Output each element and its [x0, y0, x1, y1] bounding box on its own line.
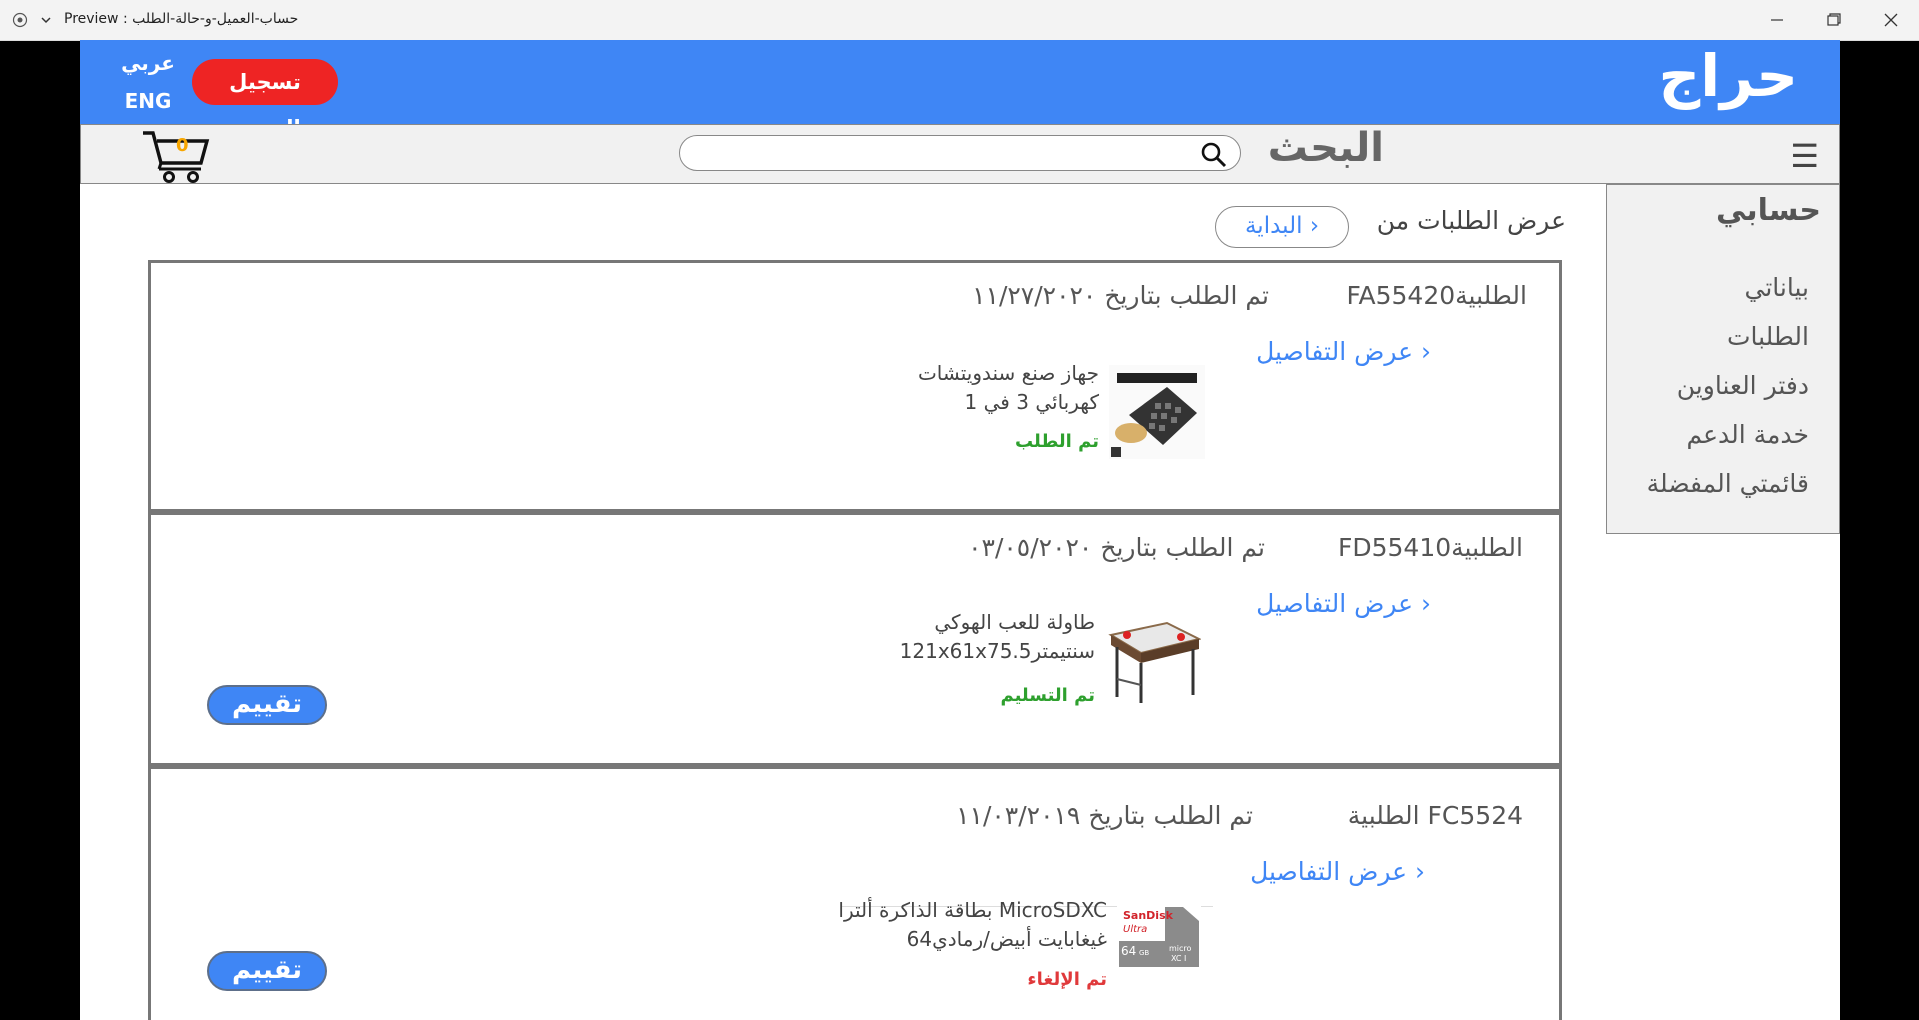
product-name-line1[interactable]: طاولة للعب الهوكي [934, 608, 1095, 637]
order-id: FA55420الطلبية [1346, 281, 1527, 310]
product-image[interactable]: SanDisk Ultra 64 GB micro XC I [1117, 905, 1201, 969]
svg-text:micro: micro [1169, 944, 1192, 953]
svg-text:Ultra: Ultra [1123, 924, 1147, 935]
page: حراج تسجيل الخروج عربي ENG ☰ البحث 0 حسا… [80, 40, 1840, 1020]
window-titlebar: Preview : حساب-العميل-و-حالة-الطلب [0, 0, 1919, 41]
hamburger-menu-icon[interactable]: ☰ [1790, 137, 1819, 175]
sidebar-item-orders[interactable]: الطلبات [1727, 322, 1809, 351]
language-arabic-link[interactable]: عربي [120, 51, 176, 75]
language-english-link[interactable]: ENG [120, 89, 176, 113]
navbar: ☰ البحث 0 [80, 124, 1840, 184]
sidebar-item-wishlist[interactable]: قائمتي المفضلة [1647, 469, 1809, 498]
rate-button[interactable]: تقييم [207, 951, 327, 991]
sidebar-item-my-data[interactable]: بياناتي [1745, 273, 1810, 302]
svg-text:SanDisk: SanDisk [1123, 909, 1174, 922]
order-date: تم الطلب بتاريخ ١١/٠٣/٢٠١٩ [956, 801, 1253, 830]
product-name-line1[interactable]: بطاقة الذاكرة ألترا MicroSDXC [838, 896, 1107, 925]
order-status: تم الإلغاء [1027, 969, 1107, 990]
order-date: تم الطلب بتاريخ ١١/٢٧/٢٠٢٠ [972, 281, 1269, 310]
window-title: Preview : حساب-العميل-و-حالة-الطلب [64, 11, 299, 27]
close-icon[interactable] [1876, 6, 1906, 34]
order-status: تم الطلب [1014, 431, 1099, 452]
order-status: تم التسليم [1000, 685, 1095, 706]
cart-count-badge: 0 [176, 135, 189, 156]
logout-button[interactable]: تسجيل الخروج [192, 59, 338, 140]
order-id: FD55410الطلبية [1337, 533, 1523, 562]
order-card: FD55410الطلبية تم الطلب بتاريخ ٠٣/٠٥/٢٠٢… [148, 512, 1562, 766]
svg-text:64: 64 [1121, 944, 1136, 958]
order-date: تم الطلب بتاريخ ٠٣/٠٥/٢٠٢٠ [968, 533, 1265, 562]
product-image[interactable] [1109, 365, 1205, 459]
account-sidebar: حسابي بياناتي الطلبات دفتر العناوين خدمة… [1606, 184, 1840, 534]
product-name-line2[interactable]: 64غيغابايت أبيض/رمادي [907, 925, 1107, 954]
sidebar-title: حسابي [1715, 193, 1821, 228]
order-id: الطلبية FC5524 [1347, 801, 1523, 830]
sidebar-item-support[interactable]: خدمة الدعم [1686, 420, 1809, 449]
sidebar-item-address-book[interactable]: دفتر العناوين [1677, 371, 1809, 400]
search-box [679, 135, 1241, 171]
search-input[interactable] [696, 140, 1180, 168]
search-label: البحث [1267, 125, 1384, 171]
orders-filter-select[interactable]: البداية › [1215, 206, 1349, 248]
rate-button[interactable]: تقييم [207, 685, 327, 725]
site-header: حراج تسجيل الخروج عربي ENG [80, 40, 1840, 140]
site-logo[interactable]: حراج [1658, 42, 1798, 110]
product-name-line1[interactable]: جهاز صنع سندويتشات [918, 359, 1099, 388]
order-card: الطلبية FC5524 تم الطلب بتاريخ ١١/٠٣/٢٠١… [148, 766, 1562, 1020]
view-details-link[interactable]: عرض التفاصيل › [1256, 337, 1431, 366]
search-icon[interactable] [1200, 141, 1228, 169]
view-details-link[interactable]: عرض التفاصيل › [1256, 589, 1431, 618]
order-card: FA55420الطلبية تم الطلب بتاريخ ١١/٢٧/٢٠٢… [148, 260, 1562, 512]
svg-text:GB: GB [1139, 949, 1149, 957]
view-details-link[interactable]: عرض التفاصيل › [1250, 857, 1425, 886]
app-icon [12, 12, 28, 28]
restore-icon[interactable] [1818, 6, 1848, 34]
minimize-icon[interactable] [1762, 6, 1792, 34]
product-name-line2[interactable]: 121x61x75.5سنتيمتر [900, 637, 1095, 666]
product-image[interactable] [1105, 613, 1201, 707]
orders-filter-label: عرض الطلبات من [1376, 206, 1566, 235]
svg-text:XC I: XC I [1171, 954, 1186, 963]
product-name-line2[interactable]: كهربائي 3 في 1 [965, 388, 1099, 417]
chevron-down-icon[interactable] [38, 12, 54, 28]
